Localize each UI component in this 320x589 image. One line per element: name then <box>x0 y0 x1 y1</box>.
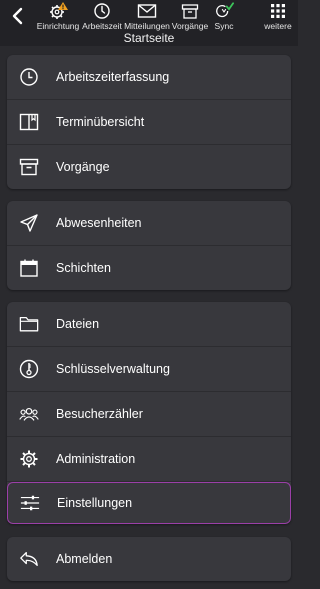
menu-item-arbeitszeiterfassung[interactable]: Arbeitszeiterfassung <box>7 55 291 100</box>
archive-box-icon <box>19 157 39 177</box>
menu-item-label: Einstellungen <box>57 496 133 510</box>
folder-icon <box>19 314 39 334</box>
calendar-icon <box>19 258 39 278</box>
sync-button[interactable]: Sync <box>201 2 247 32</box>
clock-icon <box>19 67 39 87</box>
gear-icon <box>19 449 39 469</box>
menu-item-administration[interactable]: Administration <box>7 437 291 482</box>
menu-item-label: Schichten <box>56 261 111 275</box>
menu-group-3: Dateien Schlüsselverwaltung Besucherzähl… <box>7 302 291 524</box>
menu-item-terminuebersicht[interactable]: Terminübersicht <box>7 100 291 145</box>
menu-item-schluesselverwaltung[interactable]: Schlüsselverwaltung <box>7 347 291 392</box>
page-title: Startseite <box>123 31 175 45</box>
menu-group-4: Abmelden <box>7 537 291 581</box>
paper-plane-icon <box>19 213 39 233</box>
menu-item-label: Arbeitszeiterfassung <box>56 70 170 84</box>
menu-item-label: Administration <box>56 452 136 466</box>
einrichtung-button[interactable]: Einrichtung <box>35 2 81 32</box>
sliders-icon <box>20 493 40 513</box>
archive-box-icon <box>180 2 200 20</box>
grid-dots-icon <box>268 2 288 20</box>
weitere-button[interactable]: weitere <box>255 2 301 32</box>
back-chevron-icon[interactable] <box>8 6 26 26</box>
menu-item-label: Terminübersicht <box>56 115 145 129</box>
top-toolbar: Einrichtung Arbeitszeit Mitteilungen Vor… <box>0 0 298 46</box>
menu-group-1: Arbeitszeiterfassung Terminübersicht Vor… <box>7 55 291 189</box>
menu-item-abwesenheiten[interactable]: Abwesenheiten <box>7 201 291 246</box>
reply-icon <box>19 549 39 569</box>
menu-item-abmelden[interactable]: Abmelden <box>7 537 291 581</box>
menu-item-label: Schlüsselverwaltung <box>56 362 170 376</box>
mail-icon <box>137 2 157 20</box>
menu-item-besucherzaehler[interactable]: Besucherzähler <box>7 392 291 437</box>
sync-check-icon <box>214 2 234 20</box>
people-icon <box>19 404 39 424</box>
menu-item-label: Abwesenheiten <box>56 216 142 230</box>
menu-item-label: Vorgänge <box>56 160 110 174</box>
mitteilungen-button[interactable]: Mitteilungen <box>124 2 170 32</box>
menu-item-vorgaenge[interactable]: Vorgänge <box>7 145 291 189</box>
clock-icon <box>92 2 112 20</box>
gear-warning-icon <box>48 2 68 20</box>
menu-item-label: Besucherzähler <box>56 407 143 421</box>
menu-item-einstellungen[interactable]: Einstellungen <box>7 482 291 524</box>
menu-item-label: Abmelden <box>56 552 113 566</box>
menu-item-label: Dateien <box>56 317 100 331</box>
menu-item-dateien[interactable]: Dateien <box>7 302 291 347</box>
arbeitszeit-button[interactable]: Arbeitszeit <box>79 2 125 32</box>
menu-group-2: Abwesenheiten Schichten <box>7 201 291 290</box>
key-icon <box>19 359 39 379</box>
book-icon <box>19 112 39 132</box>
menu-item-schichten[interactable]: Schichten <box>7 246 291 290</box>
